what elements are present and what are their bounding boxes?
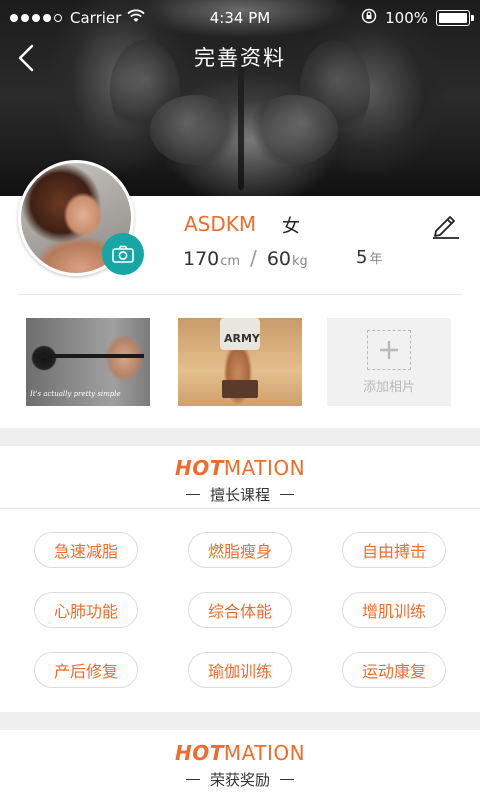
skill-tag[interactable]: 瑜伽训练 xyxy=(188,652,292,688)
lock-rotation-icon xyxy=(361,8,377,28)
skills-section-header: HOTMATION 擅长课程 xyxy=(0,456,480,505)
signal-strength-icon xyxy=(10,14,62,22)
edit-profile-button[interactable] xyxy=(430,208,462,240)
weight-value: 60 xyxy=(266,248,292,270)
height-unit: cm xyxy=(220,254,241,269)
photo-shirt-text: ARMY xyxy=(224,332,260,345)
battery-icon xyxy=(436,10,474,26)
section-separator xyxy=(0,428,480,446)
photo-detail xyxy=(222,380,258,398)
skill-tag[interactable]: 运动康复 xyxy=(342,652,446,688)
years-unit: 年 xyxy=(369,252,383,267)
photo-shading xyxy=(248,95,338,165)
add-photo-button[interactable]: 添加相片 xyxy=(327,318,451,406)
pencil-edit-icon xyxy=(433,216,459,239)
weight-unit: kg xyxy=(292,254,308,269)
page-title: 完善资料 xyxy=(194,46,286,70)
gallery-photo[interactable]: ARMY xyxy=(178,318,302,406)
user-gender: 女 xyxy=(282,216,300,237)
height-value: 170 xyxy=(183,248,220,270)
skills-subtitle-text: 擅长课程 xyxy=(209,486,270,504)
skill-tag[interactable]: 自由搏击 xyxy=(342,532,446,568)
user-name: ASDKM xyxy=(184,212,257,236)
camera-icon xyxy=(112,245,134,263)
battery-percent: 100% xyxy=(385,9,428,27)
brand-logo-text: HOTMATION xyxy=(0,456,480,480)
gallery-photo[interactable]: It's actually pretty simple xyxy=(26,318,150,406)
divider xyxy=(18,294,462,295)
years-value: 5 xyxy=(356,247,368,268)
brand-mation: MATION xyxy=(223,456,306,480)
wifi-icon xyxy=(127,9,145,27)
brand-hot: HOT xyxy=(174,741,224,765)
photo-shading xyxy=(150,95,240,165)
awards-subtitle-text: 荣获奖励 xyxy=(209,771,270,789)
photo-caption: It's actually pretty simple xyxy=(30,390,121,398)
skill-tag[interactable]: 急速减脂 xyxy=(34,532,138,568)
change-avatar-button[interactable] xyxy=(102,233,144,275)
section-subtitle: 荣获奖励 xyxy=(0,769,480,790)
skill-tag[interactable]: 综合体能 xyxy=(188,592,292,628)
body-stats: 170 cm / 60 kg xyxy=(183,246,308,272)
skill-tag[interactable]: 增肌训练 xyxy=(342,592,446,628)
awards-section-header: HOTMATION 荣获奖励 xyxy=(0,741,480,790)
status-bar: Carrier 4:34 PM 100% xyxy=(0,0,480,36)
plus-icon xyxy=(367,329,411,370)
skill-tag[interactable]: 产后修复 xyxy=(34,652,138,688)
photo-detail xyxy=(34,354,144,358)
nav-bar: 完善资料 xyxy=(0,36,480,80)
brand-hot: HOT xyxy=(174,456,224,480)
divider xyxy=(0,508,480,509)
carrier-label: Carrier xyxy=(70,9,122,27)
section-subtitle: 擅长课程 xyxy=(0,484,480,505)
experience-years: 5 年 xyxy=(356,247,382,268)
brand-mation: MATION xyxy=(223,741,306,765)
skill-tag[interactable]: 心肺功能 xyxy=(34,592,138,628)
section-separator xyxy=(0,712,480,730)
add-photo-label: 添加相片 xyxy=(362,379,415,395)
skill-tag[interactable]: 燃脂瘦身 xyxy=(188,532,292,568)
brand-logo-text: HOTMATION xyxy=(0,741,480,765)
avatar-container xyxy=(18,160,144,276)
stats-separator: / xyxy=(250,246,257,270)
